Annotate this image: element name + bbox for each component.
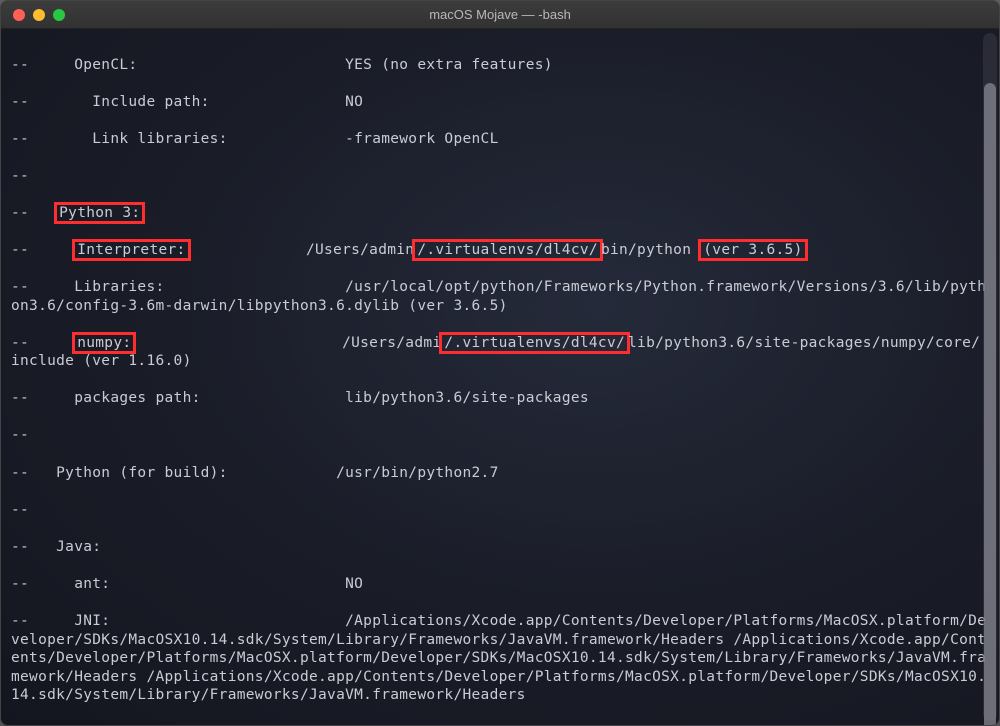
output-line: -- (11, 167, 989, 186)
output-line: -- Libraries: /usr/local/opt/python/Fram… (11, 278, 989, 315)
output-line: -- numpy: /Users/admi/.virtualenvs/dl4cv… (11, 334, 989, 371)
output-line: -- JNI: /Applications/Xcode.app/Contents… (11, 612, 989, 705)
scrollbar-thumb[interactable] (984, 83, 996, 725)
window-title: macOS Mojave — -bash (429, 7, 571, 22)
close-button[interactable] (13, 9, 25, 21)
zoom-button[interactable] (53, 9, 65, 21)
output-line: -- Python (for build): /usr/bin/python2.… (11, 464, 989, 483)
terminal-window: macOS Mojave — -bash -- OpenCL: YES (no … (0, 0, 1000, 726)
terminal-body[interactable]: -- OpenCL: YES (no extra features) -- In… (1, 29, 999, 725)
output-line: -- Java wrappers: NO (11, 723, 989, 725)
terminal-output[interactable]: -- OpenCL: YES (no extra features) -- In… (1, 29, 999, 725)
highlight-numpy-label: numpy: (72, 332, 136, 354)
scrollbar-track[interactable] (983, 33, 997, 721)
output-line: -- Link libraries: -framework OpenCL (11, 130, 989, 149)
output-line: -- Java: (11, 538, 989, 557)
highlight-python-version: (ver 3.6.5) (698, 239, 807, 261)
highlight-venv-path: /.virtualenvs/dl4cv/ (412, 239, 603, 261)
titlebar: macOS Mojave — -bash (1, 1, 999, 29)
output-line: -- Include path: NO (11, 93, 989, 112)
output-line: -- (11, 426, 989, 445)
output-line: -- Interpreter: /Users/admin/.virtualenv… (11, 241, 989, 260)
output-line: -- (11, 501, 989, 520)
output-line: -- ant: NO (11, 575, 989, 594)
output-line: -- Python 3: (11, 204, 989, 223)
highlight-numpy-venv-path: /.virtualenvs/dl4cv/ (439, 332, 630, 354)
highlight-interpreter-label: Interpreter: (72, 239, 190, 261)
output-line: -- packages path: lib/python3.6/site-pac… (11, 389, 989, 408)
highlight-python3: Python 3: (54, 202, 145, 224)
minimize-button[interactable] (33, 9, 45, 21)
output-line: -- OpenCL: YES (no extra features) (11, 56, 989, 75)
traffic-lights (1, 9, 65, 21)
